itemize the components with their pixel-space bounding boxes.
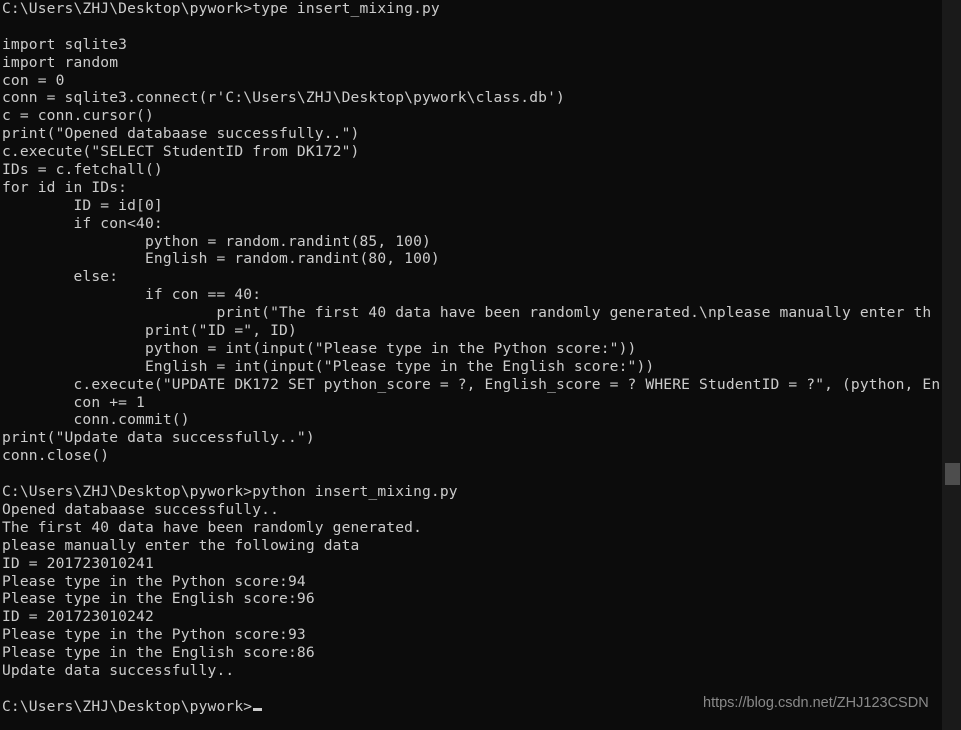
console-line: ID = 201723010241	[2, 554, 154, 572]
console-line: print("ID =", ID)	[2, 322, 297, 340]
console-line: Update data successfully..	[2, 661, 235, 679]
console-line: C:\Users\ZHJ\Desktop\pywork>python inser…	[2, 483, 458, 501]
console-line: The first 40 data have been randomly gen…	[2, 518, 423, 536]
console-line: Please type in the Python score:93	[2, 626, 306, 644]
console-line: con += 1	[2, 393, 145, 411]
console-line: English = random.randint(80, 100)	[2, 250, 440, 268]
console-line: print("Update data successfully..")	[2, 429, 315, 447]
console-line: c.execute("UPDATE DK172 SET python_score…	[2, 375, 941, 393]
console-line: English = int(input("Please type in the …	[2, 357, 655, 375]
console-line: else:	[2, 268, 119, 286]
console-line: conn.commit()	[2, 411, 190, 429]
scrollbar-thumb[interactable]	[945, 463, 960, 485]
console-output-area[interactable]: C:\Users\ZHJ\Desktop\pywork>type insert_…	[0, 0, 942, 730]
console-line: import sqlite3	[2, 35, 128, 53]
console-line: ID = 201723010242	[2, 608, 154, 626]
console-line: IDs = c.fetchall()	[2, 161, 163, 179]
prompt-text: C:\Users\ZHJ\Desktop\pywork>	[2, 697, 253, 715]
terminal-window: C:\Users\ZHJ\Desktop\pywork>type insert_…	[0, 0, 961, 730]
console-line: import random	[2, 53, 119, 71]
text-cursor	[253, 707, 262, 711]
console-line: Please type in the English score:86	[2, 644, 315, 662]
console-line: c = conn.cursor()	[2, 107, 154, 125]
console-line: ID = id[0]	[2, 196, 163, 214]
console-line: for id in IDs:	[2, 178, 128, 196]
watermark-text: https://blog.csdn.net/ZHJ123CSDN	[703, 695, 929, 711]
console-line: please manually enter the following data	[2, 536, 360, 554]
console-line: print("Opened databaase successfully..")	[2, 125, 360, 143]
console-line: conn.close()	[2, 447, 110, 465]
vertical-scrollbar[interactable]	[942, 0, 961, 730]
console-line: C:\Users\ZHJ\Desktop\pywork>type insert_…	[2, 0, 440, 17]
console-line: conn = sqlite3.connect(r'C:\Users\ZHJ\De…	[2, 89, 565, 107]
console-line: Please type in the English score:96	[2, 590, 315, 608]
console-line: con = 0	[2, 71, 65, 89]
console-line: print("The first 40 data have been rando…	[2, 304, 932, 322]
console-line: python = int(input("Please type in the P…	[2, 339, 637, 357]
console-line: if con == 40:	[2, 286, 262, 304]
console-line: python = random.randint(85, 100)	[2, 232, 431, 250]
console-line: Opened databaase successfully..	[2, 500, 280, 518]
console-line: if con<40:	[2, 214, 163, 232]
console-line: c.execute("SELECT StudentID from DK172")	[2, 143, 360, 161]
console-line: Please type in the Python score:94	[2, 572, 306, 590]
